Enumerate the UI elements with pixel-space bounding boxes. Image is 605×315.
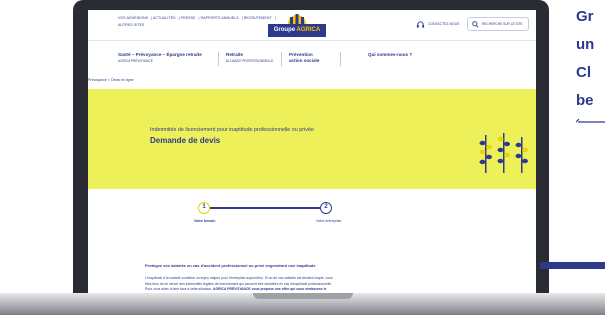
search-label: RECHERCHE SUR LE SITE	[482, 22, 523, 26]
nav-divider	[218, 52, 219, 66]
top-link[interactable]: ACTUALITÉS	[153, 16, 176, 20]
top-link[interactable]: PRESSE	[181, 16, 196, 20]
site-logo[interactable]: Groupe AGRICA	[268, 13, 326, 39]
contact-label: CONTACTEZ-NOUS	[428, 22, 460, 26]
stepper-line	[210, 207, 320, 209]
scene: VOS ADHÉSIONS | ACTUALITÉS | PRESSE | RAPPO…	[0, 0, 605, 315]
main-nav: Santé – Prévoyance – Épargne retraite AG…	[88, 52, 536, 74]
contact-button[interactable]: CONTACTEZ-NOUS	[416, 18, 459, 30]
promo-heading: Gr un Cl be	[576, 3, 594, 115]
nav-divider	[340, 52, 341, 66]
top-link[interactable]: AUTRES SITES	[118, 23, 144, 27]
body-text: L'inaptitude d'un salarié constitue un e…	[145, 276, 445, 293]
nav-divider	[281, 52, 282, 66]
step-2-label: Votre entreprise	[316, 219, 342, 223]
promo-line: un	[576, 36, 595, 53]
step-2-indicator[interactable]: 2	[320, 202, 332, 214]
logo-wordmark: Groupe AGRICA	[268, 24, 326, 37]
search-icon	[472, 20, 479, 28]
search-button[interactable]: RECHERCHE SUR LE SITE	[467, 17, 529, 31]
breadcrumb[interactable]: Prévoyance > Devis en ligne	[88, 78, 134, 82]
section-title: Protégez vos salariés en cas d'accident …	[145, 263, 316, 268]
promo-link-arrow-icon[interactable]	[576, 118, 605, 124]
site-topbar: VOS ADHÉSIONS | ACTUALITÉS | PRESSE | RAPPO…	[88, 10, 536, 41]
nav-item-qui-sommes-nous[interactable]: Qui sommes-nous ?	[368, 52, 412, 58]
nav-item-sante[interactable]: Santé – Prévoyance – Épargne retraite AG…	[118, 52, 202, 64]
laptop-notch	[253, 293, 353, 299]
paragraph-line: Pour vous aider à faire face à cette sit…	[145, 287, 327, 292]
accent-bar	[540, 262, 605, 269]
nav-item-prevention[interactable]: Prévention action sociale	[289, 52, 319, 64]
promo-line: Cl	[576, 64, 591, 81]
top-link[interactable]: VOS ADHÉSIONS	[118, 16, 148, 20]
step-1-indicator[interactable]: 1	[198, 202, 210, 214]
logo-sun-icon	[288, 14, 306, 24]
top-link[interactable]: RAPPORTS ANNUELS	[201, 16, 239, 20]
top-links: VOS ADHÉSIONS | ACTUALITÉS | PRESSE | RAPPO…	[118, 16, 276, 27]
form-stepper: 1 2 Votre besoin Votre entreprise	[88, 202, 536, 242]
nav-item-retraite[interactable]: Retraite ALLIANCE PROFESSIONNELLE	[226, 52, 273, 64]
hero-banner: Indemnités de licenciement pour inaptitu…	[88, 89, 536, 189]
promo-line: be	[576, 92, 594, 109]
step-1-label: Votre besoin	[194, 219, 216, 223]
wheat-illustration	[479, 133, 528, 173]
hero-subtitle: Indemnités de licenciement pour inaptitu…	[150, 127, 314, 133]
headset-icon	[416, 20, 425, 28]
page-title: Demande de devis	[150, 136, 221, 145]
laptop-screen: VOS ADHÉSIONS | ACTUALITÉS | PRESSE | RAPPO…	[88, 10, 536, 294]
promo-line: Gr	[576, 8, 594, 25]
